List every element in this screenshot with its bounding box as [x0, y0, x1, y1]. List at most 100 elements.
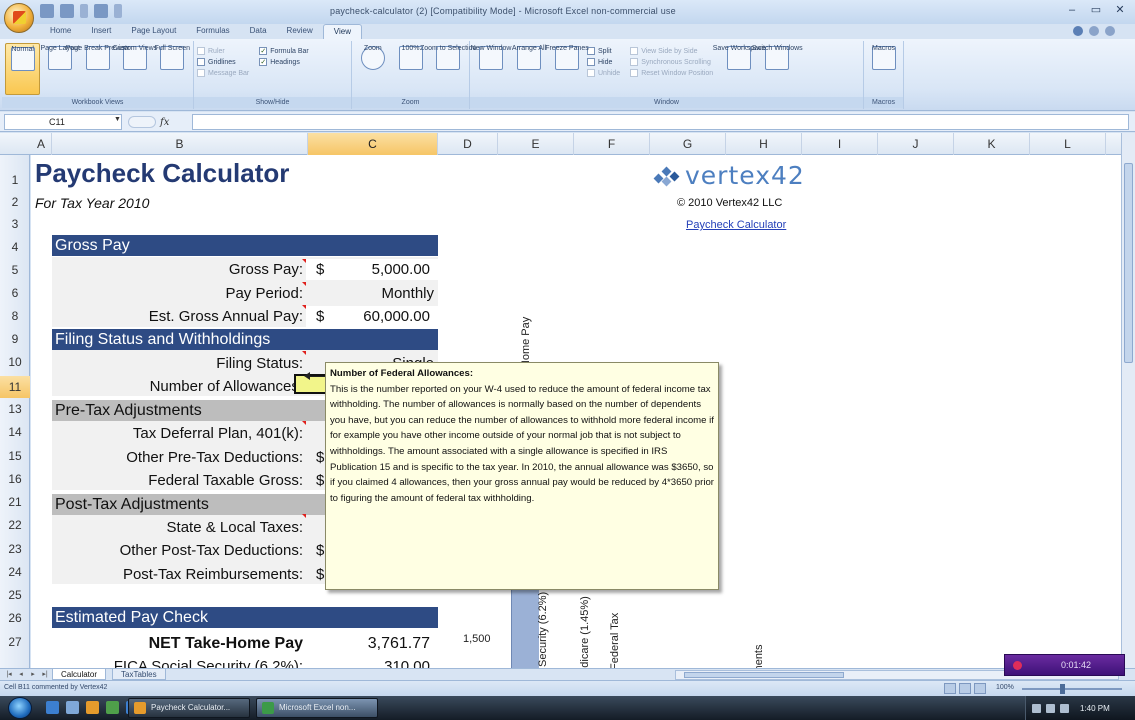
tab-insert[interactable]: Insert — [81, 24, 121, 39]
custom-views-button[interactable]: Custom Views — [113, 43, 157, 95]
name-box[interactable]: C11 — [4, 114, 122, 130]
row-header[interactable]: 21 — [0, 495, 30, 509]
zoom-level[interactable]: 100% — [996, 684, 1014, 691]
volume-icon[interactable] — [1046, 703, 1055, 713]
page-break-view-icon[interactable] — [974, 683, 986, 694]
network-icon[interactable] — [1032, 703, 1041, 713]
help-icon[interactable] — [1073, 26, 1083, 36]
zoom-slider-handle[interactable] — [1060, 684, 1065, 694]
message-bar-checkbox[interactable]: Message Bar — [197, 69, 249, 77]
zoom-slider[interactable] — [1022, 688, 1122, 690]
tab-review[interactable]: Review — [277, 24, 323, 39]
new-window-button[interactable]: New Window — [471, 43, 511, 95]
undo-icon[interactable] — [60, 4, 74, 18]
column-header[interactable]: L — [1030, 133, 1106, 155]
gross-pay-value[interactable]: 5,000.00 — [372, 261, 430, 278]
paycheck-calculator-link[interactable]: Paycheck Calculator — [686, 219, 786, 231]
clock[interactable]: 1:40 PM — [1080, 704, 1110, 713]
save-icon[interactable] — [40, 4, 54, 18]
row-header[interactable]: 4 — [0, 240, 30, 254]
taskbar-button-browser[interactable]: Paycheck Calculator... — [128, 698, 250, 718]
customize-toolbar-icon[interactable] — [114, 4, 122, 18]
row-header[interactable]: 10 — [0, 355, 30, 369]
unhide-button[interactable]: Unhide — [587, 69, 620, 77]
close-button[interactable]: ✕ — [1109, 2, 1131, 18]
scroll-thumb[interactable] — [1124, 163, 1133, 363]
row-header[interactable]: 3 — [0, 217, 30, 231]
first-sheet-icon[interactable]: |◂ — [4, 670, 14, 679]
column-header[interactable]: J — [878, 133, 954, 155]
zoom-to-selection-button[interactable]: Zoom to Selection — [420, 43, 476, 95]
gridlines-checkbox[interactable]: Gridlines — [197, 58, 249, 66]
row-header[interactable]: 2 — [0, 195, 30, 209]
scroll-thumb[interactable] — [684, 672, 844, 678]
office-button[interactable] — [4, 3, 34, 33]
chevron-down-icon[interactable]: ▼ — [114, 116, 121, 123]
sync-scroll-button[interactable]: Synchronous Scrolling — [630, 58, 713, 66]
minimize-workbook-icon[interactable] — [1089, 26, 1099, 36]
battery-icon[interactable] — [1060, 703, 1069, 713]
row-header[interactable]: 13 — [0, 402, 30, 416]
tab-page-layout[interactable]: Page Layout — [121, 24, 186, 39]
row-header[interactable]: 1 — [0, 173, 30, 187]
headings-checkbox[interactable]: ✓ Headings — [259, 58, 309, 66]
arrange-all-button[interactable]: Arrange All — [511, 43, 547, 95]
annual-pay-value[interactable]: 60,000.00 — [363, 308, 430, 325]
start-button[interactable] — [8, 697, 32, 719]
formula-bar-checkbox[interactable]: ✓ Formula Bar — [259, 47, 309, 55]
prev-sheet-icon[interactable]: ◂ — [16, 670, 26, 679]
show-desktop-icon[interactable] — [46, 701, 59, 714]
column-header[interactable]: A — [31, 133, 52, 155]
row-header[interactable]: 8 — [0, 309, 30, 323]
macros-button[interactable]: Macros — [867, 43, 900, 95]
column-header[interactable]: K — [954, 133, 1030, 155]
vertical-scrollbar[interactable] — [1121, 133, 1135, 668]
formula-input[interactable] — [192, 114, 1129, 130]
firefox-icon[interactable] — [86, 701, 99, 714]
tab-home[interactable]: Home — [40, 24, 81, 39]
sheet-tab-calculator[interactable]: Calculator — [52, 669, 107, 680]
tab-data[interactable]: Data — [240, 24, 277, 39]
column-header[interactable]: F — [574, 133, 650, 155]
row-header[interactable]: 5 — [0, 263, 30, 277]
row-header[interactable]: 6 — [0, 286, 30, 300]
formula-expand-icon[interactable] — [128, 116, 156, 128]
hide-button[interactable]: Hide — [587, 58, 620, 66]
row-header-selected[interactable]: 11 — [0, 376, 30, 398]
redo-icon[interactable] — [94, 4, 108, 18]
side-by-side-button[interactable]: View Side by Side — [630, 47, 713, 55]
excel-icon[interactable] — [106, 701, 119, 714]
switch-windows-button[interactable]: Switch Windows — [752, 43, 803, 95]
tab-formulas[interactable]: Formulas — [186, 24, 239, 39]
normal-view-button[interactable]: Normal — [5, 43, 41, 95]
row-header[interactable]: 22 — [0, 518, 30, 532]
record-icon[interactable] — [1013, 661, 1022, 670]
minimize-button[interactable]: – — [1061, 2, 1083, 18]
taskbar-button-excel[interactable]: Microsoft Excel non... — [256, 698, 378, 718]
row-header[interactable]: 15 — [0, 449, 30, 463]
full-screen-button[interactable]: Full Screen — [155, 43, 190, 95]
row-header[interactable]: 23 — [0, 542, 30, 556]
page-layout-view-icon[interactable] — [959, 683, 971, 694]
screen-recorder-bar[interactable]: 0:01:42 — [1004, 654, 1125, 676]
ruler-checkbox[interactable]: Ruler — [197, 47, 249, 55]
pay-period-value[interactable]: Monthly — [381, 285, 434, 302]
column-header-selected[interactable]: C — [308, 133, 438, 155]
sheet-tab-taxtables[interactable]: TaxTables — [112, 669, 166, 680]
tab-view[interactable]: View — [322, 24, 362, 39]
maximize-button[interactable]: ▭ — [1085, 2, 1107, 18]
row-header[interactable]: 26 — [0, 611, 30, 625]
zoom-button[interactable]: Zoom — [355, 43, 391, 95]
row-header[interactable]: 16 — [0, 472, 30, 486]
column-header[interactable]: E — [498, 133, 574, 155]
row-header[interactable]: 24 — [0, 565, 30, 579]
column-header[interactable]: I — [802, 133, 878, 155]
reset-window-button[interactable]: Reset Window Position — [630, 69, 713, 77]
switch-windows-icon[interactable] — [66, 701, 79, 714]
next-sheet-icon[interactable]: ▸ — [28, 670, 38, 679]
column-header[interactable]: B — [52, 133, 308, 155]
row-header[interactable]: 27 — [0, 635, 30, 649]
row-header[interactable]: 9 — [0, 332, 30, 346]
column-header[interactable]: H — [726, 133, 802, 155]
normal-view-icon[interactable] — [944, 683, 956, 694]
